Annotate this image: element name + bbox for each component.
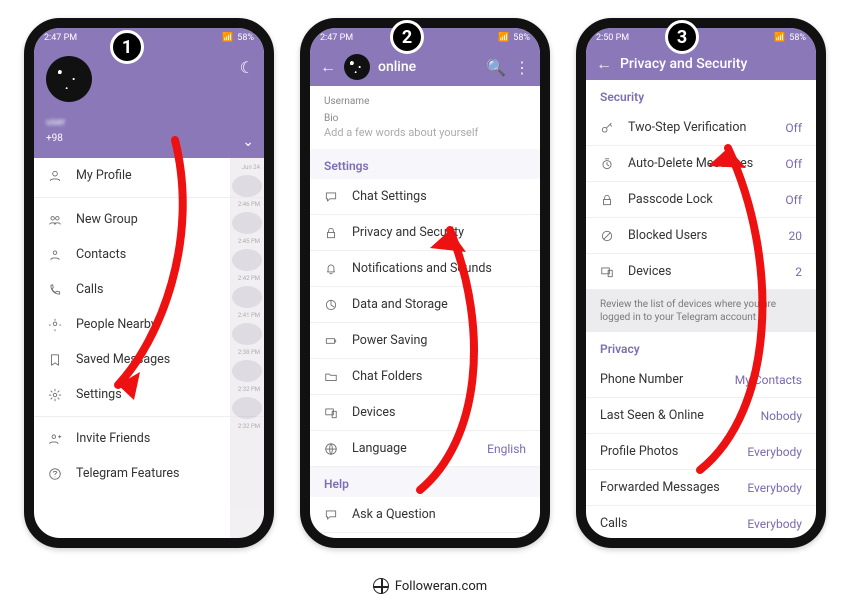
chevron-down-icon[interactable]: ⌄ bbox=[242, 134, 254, 150]
phone-icon bbox=[48, 283, 62, 297]
chat-list-preview: Jun 24 2:46 PM 2:45 PM 2:42 PM 2:41 PM 2… bbox=[230, 158, 264, 538]
section-security: Security bbox=[586, 80, 816, 110]
help-icon bbox=[324, 544, 338, 549]
globe-icon bbox=[324, 442, 338, 456]
step-badge-2: 2 bbox=[390, 20, 424, 54]
status-bar: 2:47 PM 📶 58% bbox=[310, 28, 540, 48]
header-status: online bbox=[378, 59, 478, 75]
night-mode-icon[interactable]: ☾ bbox=[240, 58, 254, 77]
row-phone-number[interactable]: Phone NumberMy Contacts bbox=[586, 362, 816, 398]
help-icon bbox=[48, 467, 62, 481]
section-help: Help bbox=[310, 467, 540, 497]
row-devices[interactable]: Devices bbox=[310, 395, 540, 431]
key-icon bbox=[600, 121, 614, 135]
devices-note: Review the list of devices where you are… bbox=[586, 290, 816, 332]
row-calls-privacy[interactable]: CallsEverybody bbox=[586, 506, 816, 542]
profile-name: user bbox=[46, 117, 65, 128]
gear-icon bbox=[48, 388, 62, 402]
footer: Followeran.com bbox=[0, 578, 860, 594]
globe-icon bbox=[373, 578, 389, 594]
search-icon[interactable]: 🔍 bbox=[486, 58, 506, 77]
row-data-storage[interactable]: Data and Storage bbox=[310, 287, 540, 323]
avatar-small[interactable] bbox=[344, 54, 370, 80]
status-time: 2:47 PM bbox=[320, 33, 353, 43]
chat-icon bbox=[324, 190, 338, 204]
folder-icon bbox=[324, 370, 338, 384]
row-language[interactable]: LanguageEnglish bbox=[310, 431, 540, 467]
back-icon[interactable]: ← bbox=[320, 57, 336, 77]
step-badge-1: 1 bbox=[110, 30, 144, 64]
step-badge-3: 3 bbox=[665, 20, 699, 54]
privacy-header: ← Privacy and Security bbox=[586, 48, 816, 80]
username-row[interactable]: Username bbox=[310, 86, 540, 107]
row-passcode[interactable]: Passcode LockOff bbox=[586, 182, 816, 218]
drawer-header: ☾ ⌄ user +98 bbox=[34, 48, 264, 158]
section-privacy: Privacy bbox=[586, 332, 816, 362]
group-icon bbox=[48, 213, 62, 227]
row-chat-folders[interactable]: Chat Folders bbox=[310, 359, 540, 395]
battery-icon bbox=[324, 334, 338, 348]
phone-2: 2:47 PM 📶 58% ← online 🔍 ⋮ Username Bio … bbox=[300, 18, 550, 548]
devices-icon bbox=[324, 406, 338, 420]
status-bar: 2:47 PM 📶 58% bbox=[34, 28, 264, 48]
block-icon bbox=[600, 229, 614, 243]
row-forwarded[interactable]: Forwarded MessagesEverybody bbox=[586, 470, 816, 506]
footer-text: Followeran.com bbox=[395, 579, 487, 594]
row-devices[interactable]: Devices2 bbox=[586, 254, 816, 290]
status-time: 2:50 PM bbox=[596, 33, 629, 43]
phone-3: 2:50 PM 📶 58% ← Privacy and Security Sec… bbox=[576, 18, 826, 548]
row-power-saving[interactable]: Power Saving bbox=[310, 323, 540, 359]
settings-header: ← online 🔍 ⋮ bbox=[310, 48, 540, 86]
status-bar: 2:50 PM 📶 58% bbox=[586, 28, 816, 48]
page-title: Privacy and Security bbox=[620, 56, 806, 72]
lock-icon bbox=[600, 193, 614, 207]
devices-icon bbox=[600, 265, 614, 279]
data-icon bbox=[324, 298, 338, 312]
row-faq[interactable]: Telegram FAQ bbox=[310, 533, 540, 548]
row-profile-photos[interactable]: Profile PhotosEverybody bbox=[586, 434, 816, 470]
profile-phone: +98 bbox=[46, 133, 63, 144]
invite-icon bbox=[48, 432, 62, 446]
nearby-icon bbox=[48, 318, 62, 332]
more-icon[interactable]: ⋮ bbox=[514, 58, 530, 77]
contact-icon bbox=[48, 248, 62, 262]
back-icon[interactable]: ← bbox=[596, 54, 612, 74]
timer-icon bbox=[600, 157, 614, 171]
bio-row[interactable]: Bio Add a few words about yourself bbox=[310, 107, 540, 149]
avatar[interactable] bbox=[46, 56, 92, 102]
lock-icon bbox=[324, 226, 338, 240]
row-blocked[interactable]: Blocked Users20 bbox=[586, 218, 816, 254]
row-dob[interactable]: Date of BirthMy Contacts bbox=[586, 542, 816, 548]
status-time: 2:47 PM bbox=[44, 33, 77, 43]
chat-icon bbox=[324, 508, 338, 522]
section-settings: Settings bbox=[310, 149, 540, 179]
row-last-seen[interactable]: Last Seen & OnlineNobody bbox=[586, 398, 816, 434]
status-right: 📶 58% bbox=[222, 33, 254, 43]
row-ask-question[interactable]: Ask a Question bbox=[310, 497, 540, 533]
bell-icon bbox=[324, 262, 338, 276]
row-chat-settings[interactable]: Chat Settings bbox=[310, 179, 540, 215]
row-notifications[interactable]: Notifications and Sounds bbox=[310, 251, 540, 287]
row-privacy-security[interactable]: Privacy and Security bbox=[310, 215, 540, 251]
phone-1: 2:47 PM 📶 58% ☾ ⌄ user +98 Jun 24 2:46 P… bbox=[24, 18, 274, 548]
user-icon bbox=[48, 169, 62, 183]
bookmark-icon bbox=[48, 353, 62, 367]
row-auto-delete[interactable]: Auto-Delete MessagesOff bbox=[586, 146, 816, 182]
row-two-step[interactable]: Two-Step VerificationOff bbox=[586, 110, 816, 146]
